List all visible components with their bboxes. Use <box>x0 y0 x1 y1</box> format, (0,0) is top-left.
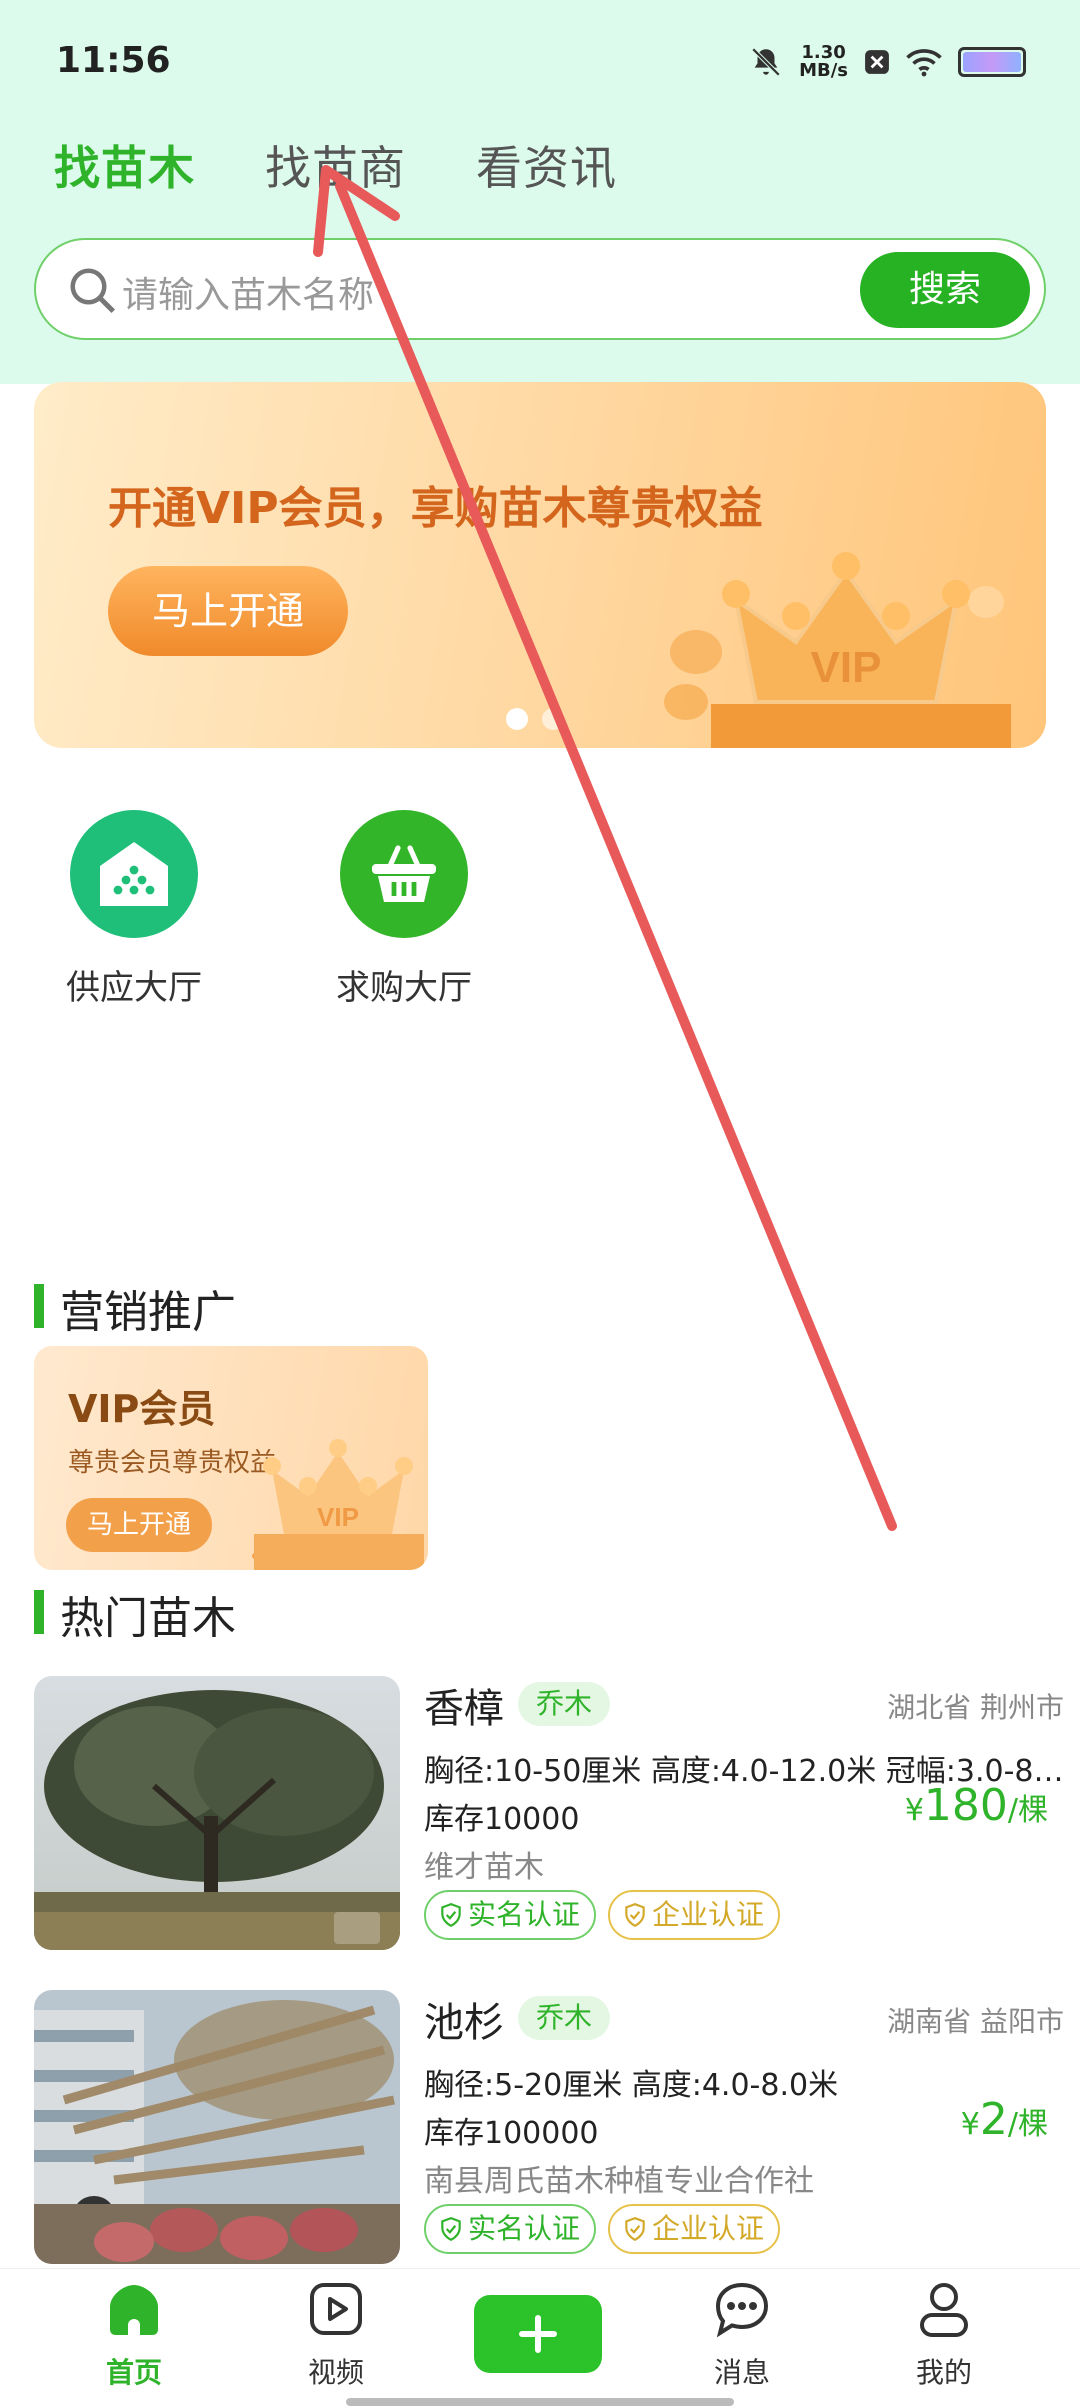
supply-hall-entry[interactable]: 供应大厅 <box>34 810 234 1009</box>
supply-hall-icon <box>70 810 198 938</box>
product-category-tag: 乔木 <box>518 1996 611 2040</box>
purchase-hall-label: 求购大厅 <box>336 968 472 1008</box>
nav-profile[interactable]: 我的 <box>874 2279 1014 2391</box>
wifi-icon <box>906 49 942 77</box>
status-time: 11:56 <box>56 40 171 81</box>
vip-crown-icon: VIP <box>664 552 1011 748</box>
nav-home[interactable]: 首页 <box>64 2279 204 2391</box>
product-card[interactable]: 池杉 乔木 湖南省 益阳市 胸径:5-20厘米 高度:4.0-8.0米 库存10… <box>34 1990 1080 2264</box>
product-stock: 库存10000 <box>424 1802 580 1837</box>
nav-video[interactable]: 视频 <box>266 2279 406 2391</box>
nav-messages[interactable]: 消息 <box>672 2279 812 2391</box>
product-card[interactable]: 香樟 乔木 湖北省 荆州市 胸径:10-50厘米 高度:4.0-12.0米 冠幅… <box>34 1676 1080 1950</box>
battery-icon <box>958 47 1026 77</box>
product-image <box>34 1990 400 2264</box>
product-stock: 库存100000 <box>424 2116 599 2151</box>
product-seller: 维才苗木 <box>424 1850 544 1885</box>
promo-open-button[interactable]: 马上开通 <box>66 1498 212 1552</box>
supply-hall-label: 供应大厅 <box>66 968 202 1008</box>
close-notification-icon <box>865 50 889 74</box>
nav-publish-button[interactable] <box>474 2295 602 2373</box>
tab-find-suppliers[interactable]: 找苗商 <box>265 132 406 198</box>
shield-check-icon <box>625 1903 645 1928</box>
status-bar: 11:56 1.30 MB/s <box>0 0 1080 120</box>
tab-find-seedlings[interactable]: 找苗木 <box>54 132 195 198</box>
product-image <box>34 1676 400 1950</box>
bell-muted-icon <box>751 47 781 77</box>
promo-title: VIP会员 <box>68 1387 216 1431</box>
enterprise-verified-badge: 企业认证 <box>608 2204 781 2254</box>
banner-pagination <box>506 708 564 730</box>
product-seller: 南县周氏苗木种植专业合作社 <box>424 2164 814 2199</box>
search-button[interactable]: 搜索 <box>860 252 1030 328</box>
hot-section-title: 热门苗木 <box>34 1582 236 1646</box>
basket-icon <box>340 810 468 938</box>
user-icon <box>920 2283 968 2337</box>
pagination-dot[interactable] <box>542 708 564 730</box>
purchase-hall-entry[interactable]: 求购大厅 <box>304 810 504 1009</box>
product-price: ¥180/棵 <box>904 1780 1048 1831</box>
realname-verified-badge: 实名认证 <box>424 2204 597 2254</box>
network-speed: 1.30 MB/s <box>799 42 848 81</box>
bottom-navigation: 首页 视频 消息 我的 <box>0 2268 1080 2408</box>
tab-news[interactable]: 看资讯 <box>476 132 617 198</box>
home-icon <box>110 2285 158 2335</box>
marketing-section-title: 营销推广 <box>34 1276 236 1340</box>
promo-crown-text: VIP <box>317 1502 359 1532</box>
product-name: 香樟 <box>424 1686 504 1732</box>
search-icon <box>70 268 116 314</box>
banner-crown-text: VIP <box>811 643 882 692</box>
vip-banner[interactable]: 开通VIP会员，享购苗木尊贵权益 马上开通 VIP <box>34 382 1046 748</box>
shield-check-icon <box>625 2217 645 2242</box>
search-input[interactable]: 请输入苗木名称 <box>122 266 374 318</box>
product-name: 池杉 <box>424 2000 504 2046</box>
plus-icon <box>519 2315 557 2353</box>
product-location: 湖北省 荆州市 <box>887 1691 1064 1724</box>
home-indicator <box>346 2398 734 2406</box>
product-price: ¥2/棵 <box>960 2094 1048 2145</box>
message-bubble-icon <box>715 2282 769 2338</box>
banner-open-button[interactable]: 马上开通 <box>108 566 348 656</box>
vip-crown-icon: VIP <box>252 1439 424 1570</box>
top-tabs: 找苗木 找苗商 看资讯 <box>54 132 617 198</box>
shield-check-icon <box>441 1903 461 1928</box>
product-location: 湖南省 益阳市 <box>887 2005 1064 2038</box>
video-play-icon <box>310 2283 362 2335</box>
shield-check-icon <box>441 2217 461 2242</box>
banner-title: 开通VIP会员，享购苗木尊贵权益 <box>108 483 763 534</box>
enterprise-verified-badge: 企业认证 <box>608 1890 781 1940</box>
realname-verified-badge: 实名认证 <box>424 1890 597 1940</box>
status-icons: 1.30 MB/s <box>749 44 1026 80</box>
product-category-tag: 乔木 <box>518 1682 611 1726</box>
pagination-dot[interactable] <box>506 708 528 730</box>
search-bar[interactable]: 请输入苗木名称 搜索 <box>34 238 1046 340</box>
vip-promo-card[interactable]: VIP会员 尊贵会员尊贵权益 马上开通 VIP <box>34 1346 428 1570</box>
